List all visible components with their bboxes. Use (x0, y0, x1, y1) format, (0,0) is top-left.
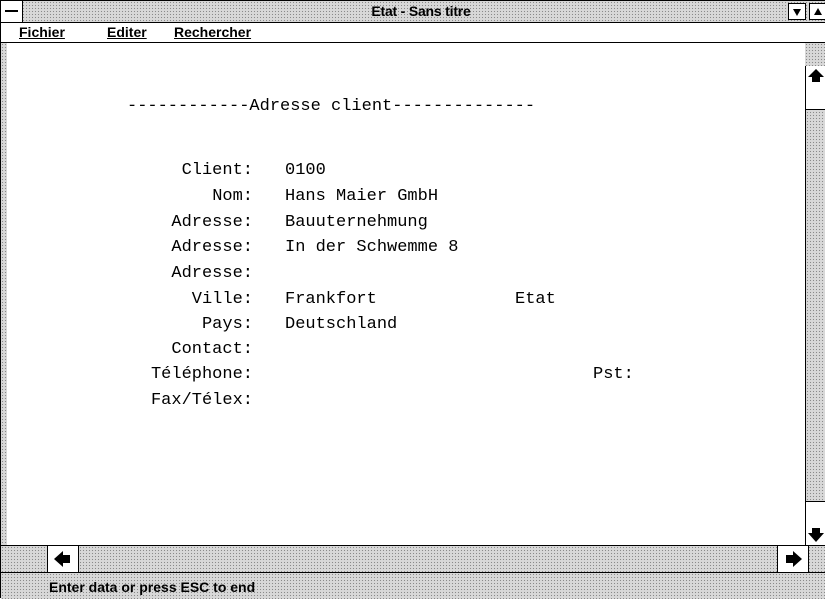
system-menu-button[interactable] (1, 1, 23, 22)
form-area: ------------Adresse client--------------… (7, 43, 805, 545)
adresse2-field[interactable]: In der Schwemme 8 (285, 238, 458, 258)
vertical-scrollbar[interactable] (805, 66, 825, 545)
scroll-left-icon (54, 551, 70, 567)
menu-fichier[interactable]: Fichier (19, 23, 65, 42)
maximize-button[interactable] (809, 3, 825, 20)
scroll-up-button[interactable] (806, 66, 825, 110)
client-field[interactable]: 0100 (285, 161, 326, 181)
etat-label: Etat (515, 290, 556, 309)
adresse3-label: Adresse: (171, 264, 253, 283)
status-text: Enter data or press ESC to end (49, 579, 256, 595)
minimize-icon (793, 9, 801, 16)
telephone-label: Téléphone: (150, 365, 253, 384)
system-menu-icon (5, 10, 18, 12)
scroll-down-icon (808, 528, 824, 542)
menu-editer[interactable]: Editer (107, 23, 147, 42)
maximize-icon (814, 8, 822, 15)
scroll-up-icon (808, 69, 824, 82)
scroll-right-icon (786, 551, 802, 567)
nom-label: Nom: (212, 187, 253, 206)
adresse1-field[interactable]: Bauuternehmung (285, 213, 428, 233)
application-window: Etat - Sans titre Fichier Editer Recherc… (0, 0, 825, 599)
pst-label: Pst: (593, 365, 634, 384)
adresse2-label: Adresse: (171, 238, 253, 257)
contact-label: Contact: (171, 340, 253, 359)
fax-label: Fax/Télex: (150, 391, 253, 410)
ville-label: Ville: (191, 290, 253, 309)
ville-field[interactable]: Frankfort (285, 290, 377, 310)
scroll-right-button[interactable] (777, 546, 809, 572)
status-bar: Enter data or press ESC to end (1, 573, 825, 599)
pays-label: Pays: (201, 315, 253, 334)
adresse1-label: Adresse: (171, 213, 253, 232)
client-label: Client: (181, 161, 253, 180)
scroll-left-button[interactable] (47, 546, 79, 572)
title-bar[interactable]: Etat - Sans titre (1, 1, 825, 23)
scroll-corner-top (805, 43, 825, 66)
menu-rechercher[interactable]: Rechercher (174, 23, 251, 42)
form-heading: ------------Adresse client-------------- (127, 97, 536, 116)
horizontal-scrollbar[interactable] (1, 545, 825, 573)
minimize-button[interactable] (788, 3, 806, 20)
window-title: Etat - Sans titre (371, 3, 471, 19)
scroll-down-button[interactable] (806, 501, 825, 545)
pays-field[interactable]: Deutschland (285, 315, 397, 335)
menu-bar: Fichier Editer Rechercher (1, 23, 825, 43)
nom-field[interactable]: Hans Maier GmbH (285, 187, 438, 207)
